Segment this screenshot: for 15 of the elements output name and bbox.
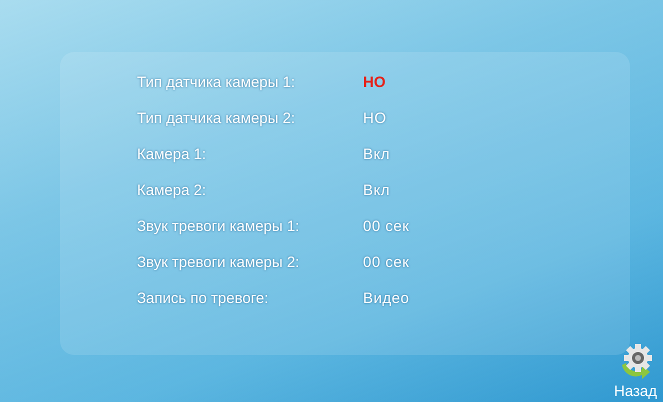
- setting-label: Тип датчика камеры 2:: [137, 110, 296, 126]
- setting-value[interactable]: НО: [363, 110, 386, 126]
- setting-value[interactable]: Вкл: [363, 146, 390, 162]
- setting-label: Камера 1:: [137, 146, 208, 162]
- back-button[interactable]: Назад: [614, 343, 657, 400]
- setting-value[interactable]: 00 сек: [363, 218, 410, 234]
- setting-label: Звук тревоги камеры 2:: [137, 254, 300, 270]
- setting-value[interactable]: Видео: [363, 290, 410, 306]
- setting-label: Камера 2:: [137, 182, 208, 198]
- setting-value[interactable]: НО: [363, 74, 386, 90]
- setting-label: Тип датчика камеры 1:: [137, 74, 296, 90]
- setting-label: Звук тревоги камеры 1:: [137, 218, 300, 234]
- setting-label: Запись по тревоге:: [137, 290, 270, 306]
- setting-value[interactable]: 00 сек: [363, 254, 410, 270]
- setting-value[interactable]: Вкл: [363, 182, 390, 198]
